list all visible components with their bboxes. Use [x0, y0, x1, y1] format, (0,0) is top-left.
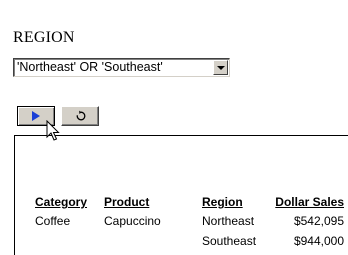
cell-sales: $542,095	[293, 214, 344, 228]
reset-icon	[76, 110, 86, 121]
reset-button[interactable]	[61, 106, 99, 126]
header-region: Region	[202, 195, 243, 209]
header-dollar-sales: Dollar Sales	[275, 195, 344, 209]
cursor-arrow-icon	[46, 120, 60, 141]
header-category: Category	[35, 195, 88, 209]
cell-category: Coffee	[35, 214, 71, 228]
region-label: REGION	[13, 29, 75, 46]
region-dropdown-value: 'Northeast' OR 'Southeast'	[17, 60, 163, 74]
header-product: Product	[104, 195, 150, 209]
chevron-down-icon[interactable]	[213, 60, 228, 75]
cell-region: Northeast	[202, 214, 255, 228]
cell-region: Southeast	[202, 234, 257, 248]
cell-sales: $944,000	[293, 234, 344, 248]
region-dropdown[interactable]: 'Northeast' OR 'Southeast'	[13, 58, 230, 77]
cell-product: Capuccino	[104, 214, 161, 228]
play-icon	[32, 111, 40, 121]
